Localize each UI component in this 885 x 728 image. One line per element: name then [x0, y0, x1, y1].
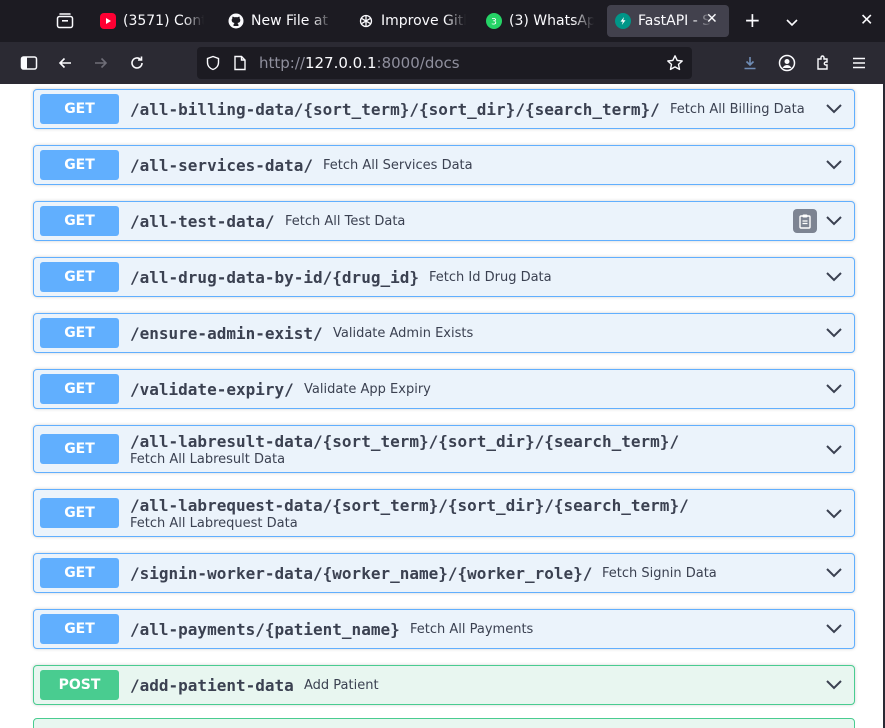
new-tab-icon[interactable]: + — [744, 10, 761, 30]
opblock-summary[interactable]: GET/all-billing-data/{sort_term}/{sort_d… — [33, 89, 855, 129]
endpoint-path: /add-patient-data — [130, 676, 294, 695]
tab-title: FastAPI - S — [638, 13, 712, 29]
endpoint-summary: Fetch All Labrequest Data — [130, 516, 298, 531]
swagger-docs: GET/all-billing-data/{sort_term}/{sort_d… — [0, 84, 885, 728]
github-icon — [228, 13, 244, 29]
endpoint-summary: Fetch All Labresult Data — [130, 452, 286, 467]
chevron-down-icon[interactable] — [785, 13, 799, 32]
reload-icon[interactable] — [127, 53, 147, 73]
downloads-icon[interactable] — [740, 53, 760, 73]
extensions-icon[interactable] — [813, 53, 833, 73]
chevron-down-icon[interactable] — [824, 267, 844, 287]
endpoint-path: /all-labresult-data/{sort_term}/{sort_di… — [130, 432, 680, 451]
url-text[interactable]: http://127.0.0.1:8000/docs — [259, 54, 460, 72]
endpoint-path: /signin-worker-data/{worker_name}/{worke… — [130, 564, 593, 583]
chevron-down-icon[interactable] — [824, 619, 844, 639]
operations-list: GET/all-billing-data/{sort_term}/{sort_d… — [33, 89, 855, 721]
opblock-partial[interactable] — [33, 718, 855, 728]
opblock-summary[interactable]: GET/ensure-admin-exist/Validate Admin Ex… — [33, 313, 855, 353]
endpoint-path: /all-services-data/ — [130, 156, 314, 175]
sidebar-icon[interactable] — [19, 53, 39, 73]
tab-title: Improve Gith — [381, 13, 466, 29]
tab-title: (3571) Contr — [123, 13, 204, 29]
svg-text:3: 3 — [491, 18, 497, 27]
chevron-down-icon[interactable] — [824, 379, 844, 399]
address-bar[interactable]: http://127.0.0.1:8000/docs — [197, 47, 692, 79]
opblock-summary[interactable]: GET/all-payments/{patient_name} Fetch All… — [33, 609, 855, 649]
page-icon[interactable] — [233, 55, 247, 75]
endpoint-summary: Validate App Expiry — [304, 382, 431, 397]
endpoint-summary: Fetch All Billing Data — [670, 102, 805, 117]
opblock-summary[interactable]: GET/all-drug-data-by-id/{drug_id} Fetch I… — [33, 257, 855, 297]
endpoint-summary: Add Patient — [304, 678, 379, 693]
endpoint-summary: Fetch All Payments — [410, 622, 534, 637]
endpoint-summary: Fetch Id Drug Data — [429, 270, 552, 285]
menu-icon[interactable] — [849, 53, 869, 73]
whatsapp-icon: 3 — [486, 13, 502, 29]
chevron-down-icon[interactable] — [824, 440, 844, 460]
endpoint-path: /all-labrequest-data/{sort_term}/{sort_d… — [130, 496, 689, 515]
opblock-summary[interactable]: GET/validate-expiry/Validate App Expiry — [33, 369, 855, 409]
method-badge: GET — [40, 374, 119, 404]
opblock-summary[interactable]: GET/all-services-data/Fetch All Services… — [33, 145, 855, 185]
method-badge: GET — [40, 150, 119, 180]
method-badge: GET — [40, 94, 119, 124]
chevron-down-icon[interactable] — [824, 504, 844, 524]
method-badge: GET — [40, 262, 119, 292]
endpoint-path: /all-billing-data/{sort_term}/{sort_dir}… — [130, 100, 660, 119]
chevron-down-icon[interactable] — [824, 563, 844, 583]
endpoint-path: /all-drug-data-by-id/{drug_id} — [130, 268, 419, 287]
tab-title: New File at / — [251, 13, 332, 29]
tab-bar: (3571) Contr New File at / Improve Gith … — [0, 0, 885, 42]
shield-icon[interactable] — [205, 55, 221, 75]
endpoint-path: /ensure-admin-exist/ — [130, 324, 323, 343]
forward-icon[interactable] — [91, 53, 111, 73]
tab-whatsapp[interactable]: 3 (3) WhatsAp — [478, 5, 602, 37]
method-badge: GET — [40, 206, 119, 236]
firefox-view-icon[interactable] — [52, 8, 78, 34]
chevron-down-icon[interactable] — [824, 323, 844, 343]
opblock-summary[interactable]: GET/all-labresult-data/{sort_term}/{sort… — [33, 425, 855, 473]
tab-github[interactable]: New File at / — [220, 5, 340, 37]
endpoint-summary: Fetch All Services Data — [323, 158, 473, 173]
chevron-down-icon[interactable] — [824, 675, 844, 695]
copy-to-clipboard-icon[interactable] — [793, 209, 817, 233]
url-rest: :8000/docs — [376, 54, 460, 72]
method-badge: GET — [40, 498, 119, 528]
opblock-summary[interactable]: POST/add-patient-data Add Patient — [33, 665, 855, 705]
method-badge: GET — [40, 434, 119, 464]
account-icon[interactable] — [777, 53, 797, 73]
opblock-summary[interactable]: GET/all-labrequest-data/{sort_term}/{sor… — [33, 489, 855, 537]
chevron-down-icon[interactable] — [824, 211, 844, 231]
endpoint-summary: Fetch Signin Data — [602, 566, 717, 581]
tab-title: (3) WhatsAp — [509, 13, 594, 29]
endpoint-path: /all-payments/{patient_name} — [130, 620, 400, 639]
endpoint-summary: Fetch All Test Data — [285, 214, 406, 229]
tab-chatgpt[interactable]: Improve Gith — [350, 5, 474, 37]
bookmark-star-icon[interactable] — [666, 54, 684, 76]
chevron-down-icon[interactable] — [824, 99, 844, 119]
back-icon[interactable] — [55, 53, 75, 73]
tab-youtube[interactable]: (3571) Contr — [92, 5, 212, 37]
opblock-summary[interactable]: GET/all-test-data/Fetch All Test Data — [33, 201, 855, 241]
method-badge: POST — [40, 670, 119, 700]
method-badge: GET — [40, 614, 119, 644]
opblock-summary[interactable]: GET/signin-worker-data/{worker_name}/{wo… — [33, 553, 855, 593]
endpoint-path: /all-test-data/ — [130, 212, 275, 231]
fastapi-icon — [615, 13, 631, 29]
url-prefix: http:// — [259, 54, 305, 72]
window-close-icon[interactable]: ✕ — [860, 10, 873, 29]
youtube-icon — [100, 13, 116, 29]
chevron-down-icon[interactable] — [824, 155, 844, 175]
method-badge: GET — [40, 558, 119, 588]
close-tab-icon[interactable]: ✕ — [706, 11, 718, 27]
method-badge: GET — [40, 318, 119, 348]
url-host: 127.0.0.1 — [304, 54, 377, 72]
openai-icon — [358, 13, 374, 29]
endpoint-summary: Validate Admin Exists — [333, 326, 474, 341]
endpoint-path: /validate-expiry/ — [130, 380, 294, 399]
